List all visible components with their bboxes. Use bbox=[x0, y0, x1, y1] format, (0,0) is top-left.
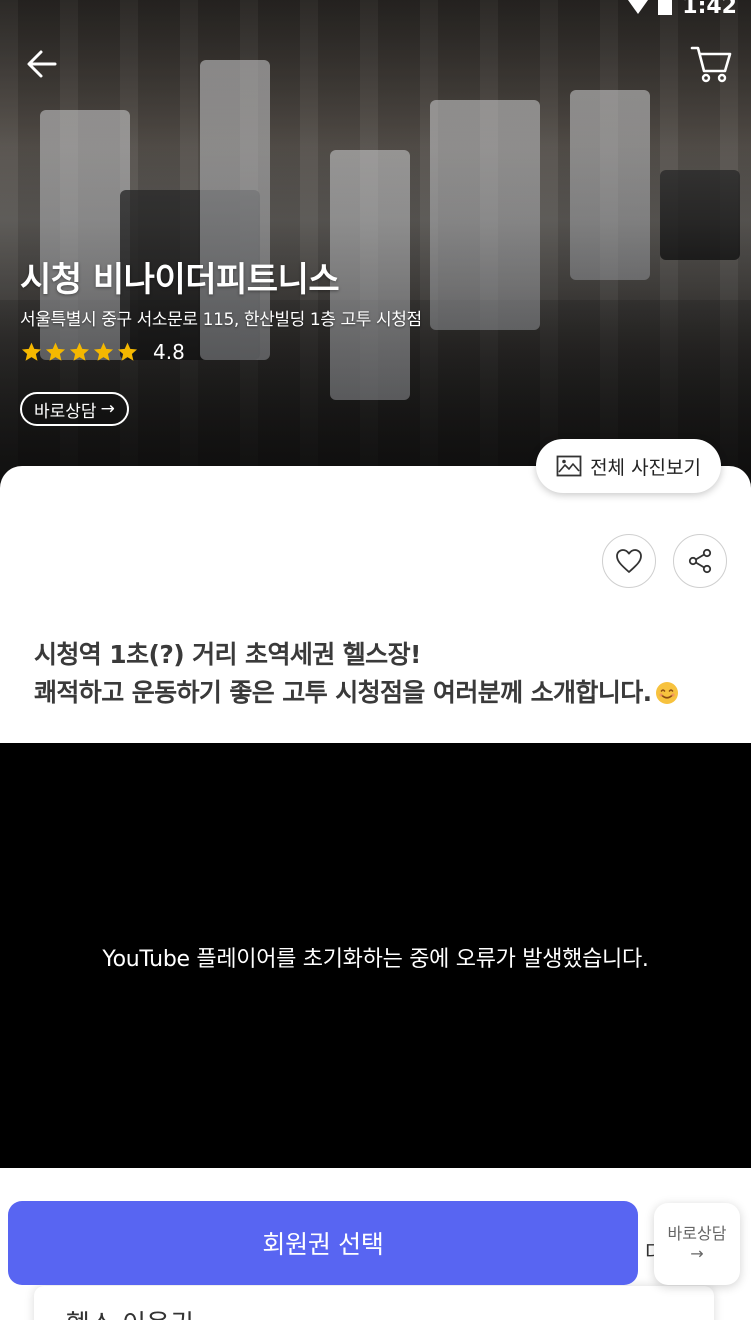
view-all-photos-button[interactable]: 전체 사진보기 bbox=[536, 439, 721, 493]
video-error-message: YouTube 플레이어를 초기화하는 중에 오류가 발생했습니다. bbox=[102, 946, 649, 972]
smiling-face-emoji-icon bbox=[655, 682, 678, 704]
intro-line-1: 시청역 1초(?) 거리 초역세권 헬스장! bbox=[34, 640, 421, 669]
intro-text: 시청역 1초(?) 거리 초역세권 헬스장! 쾌적하고 운동하기 좋은 고투 시… bbox=[34, 636, 724, 712]
membership-card[interactable]: 헬스 이용권 bbox=[34, 1286, 714, 1320]
consult-chip-label: 바로상담 bbox=[34, 401, 97, 422]
image-icon bbox=[556, 455, 582, 477]
arrow-right-icon: → bbox=[100, 399, 115, 419]
star-icon bbox=[93, 342, 114, 361]
cart-icon bbox=[690, 46, 732, 83]
hero-image: 1:42 시청 비나이더피트니스 서울특별시 중구 서소문로 115, 한산빌딩… bbox=[0, 0, 751, 490]
share-icon bbox=[688, 548, 712, 574]
select-membership-label: 회원권 선택 bbox=[262, 1230, 384, 1259]
rating: 4.8 bbox=[20, 340, 185, 364]
star-icon bbox=[21, 342, 42, 361]
star-icon bbox=[117, 342, 138, 361]
star-icon bbox=[45, 342, 66, 361]
gym-name: 시청 비나이더피트니스 bbox=[20, 260, 340, 300]
select-membership-button[interactable]: 회원권 선택 bbox=[8, 1201, 638, 1285]
cart-button[interactable] bbox=[689, 42, 733, 86]
status-time: 1:42 bbox=[682, 0, 737, 19]
star-icon bbox=[69, 342, 90, 361]
intro-line-2: 쾌적하고 운동하기 좋은 고투 시청점을 여러분께 소개합니다. bbox=[34, 678, 652, 707]
membership-card-title: 헬스 이용권 bbox=[66, 1304, 194, 1320]
gym-machine bbox=[430, 100, 540, 330]
back-button[interactable] bbox=[22, 44, 62, 84]
arrow-left-icon bbox=[27, 50, 57, 78]
floating-consult-label: 바로상담 bbox=[667, 1224, 727, 1243]
status-bar: 1:42 bbox=[628, 0, 737, 19]
gym-machine bbox=[570, 90, 650, 280]
rating-stars bbox=[20, 341, 139, 363]
heart-icon bbox=[616, 549, 642, 573]
share-button[interactable] bbox=[673, 534, 727, 588]
rating-value: 4.8 bbox=[153, 340, 185, 364]
youtube-player[interactable]: YouTube 플레이어를 초기화하는 중에 오류가 발생했습니다. bbox=[0, 743, 751, 1168]
like-button[interactable] bbox=[602, 534, 656, 588]
battery-icon bbox=[658, 0, 673, 15]
consult-chip-button[interactable]: 바로상담 → bbox=[20, 392, 129, 426]
gym-machine bbox=[660, 170, 740, 260]
view-all-photos-label: 전체 사진보기 bbox=[590, 456, 701, 479]
gym-machine bbox=[330, 150, 410, 400]
wifi-icon bbox=[628, 0, 649, 14]
arrow-right-icon: → bbox=[690, 1244, 704, 1263]
intro-line-2-wrap: 쾌적하고 운동하기 좋은 고투 시청점을 여러분께 소개합니다. bbox=[34, 674, 724, 712]
floating-consult-button[interactable]: 바로상담 → bbox=[654, 1203, 740, 1285]
gym-address: 서울특별시 중구 서소문로 115, 한산빌딩 1층 고투 시청점 bbox=[20, 310, 422, 330]
